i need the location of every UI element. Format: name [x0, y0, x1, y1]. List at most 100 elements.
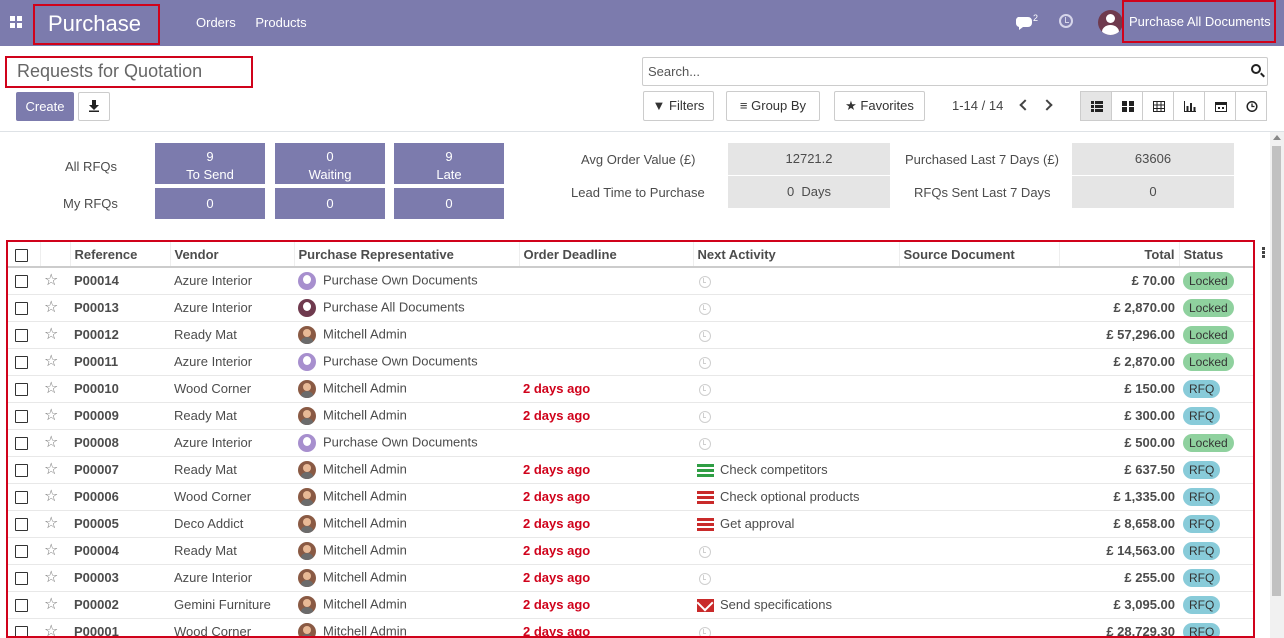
kanban-view-button[interactable] — [1111, 91, 1143, 121]
star-icon[interactable]: ☆ — [44, 326, 58, 343]
star-icon[interactable]: ☆ — [44, 407, 58, 424]
column-order-deadline[interactable]: Order Deadline — [519, 242, 694, 268]
optional-columns-icon[interactable] — [1262, 247, 1265, 258]
vertical-scrollbar[interactable] — [1270, 132, 1284, 638]
column-total[interactable]: Total — [1059, 242, 1180, 268]
row-select-cell[interactable] — [8, 401, 40, 429]
next-activity-cell[interactable]: Check optional products — [693, 482, 899, 510]
row-select-cell[interactable] — [8, 374, 40, 402]
activity-list-icon[interactable] — [697, 464, 714, 478]
next-activity-cell[interactable] — [693, 401, 899, 429]
list-view-button[interactable] — [1080, 91, 1112, 121]
row-favorite-cell[interactable]: ☆ — [40, 617, 70, 636]
search-icon[interactable] — [1251, 64, 1261, 74]
tile-my-late[interactable]: 0 — [394, 188, 504, 219]
star-icon[interactable]: ☆ — [44, 488, 58, 505]
row-select-cell[interactable] — [8, 617, 40, 636]
row-favorite-cell[interactable]: ☆ — [40, 536, 70, 564]
row-checkbox[interactable] — [15, 275, 28, 289]
activity-clock-icon[interactable] — [699, 410, 711, 423]
star-icon[interactable]: ☆ — [44, 299, 58, 316]
next-activity-cell[interactable] — [693, 428, 899, 456]
activity-clock-icon[interactable] — [699, 383, 711, 396]
row-select-cell[interactable] — [8, 482, 40, 510]
pager-next-icon[interactable] — [1041, 99, 1053, 111]
star-icon[interactable]: ☆ — [44, 542, 58, 559]
row-checkbox[interactable] — [15, 491, 28, 505]
activity-list-icon[interactable] — [697, 518, 714, 532]
table-row[interactable]: ☆ P00008 Azure Interior Purchase Own Docume… — [8, 428, 1253, 456]
column-source-document[interactable]: Source Document — [899, 242, 1060, 268]
calendar-view-button[interactable] — [1204, 91, 1236, 121]
row-checkbox[interactable] — [15, 626, 28, 636]
row-favorite-cell[interactable]: ☆ — [40, 428, 70, 456]
column-vendor[interactable]: Vendor — [170, 242, 295, 268]
user-menu[interactable]: Purchase All Documents — [1122, 0, 1276, 43]
user-avatar[interactable] — [1098, 10, 1123, 35]
next-activity-cell[interactable] — [693, 293, 899, 321]
download-button[interactable] — [78, 92, 110, 121]
star-icon[interactable]: ☆ — [44, 461, 58, 478]
tile-my-to-send[interactable]: 0 — [155, 188, 265, 219]
row-select-cell[interactable] — [8, 590, 40, 618]
star-icon[interactable]: ☆ — [44, 353, 58, 370]
scroll-up-icon[interactable] — [1273, 135, 1281, 140]
star-icon[interactable]: ☆ — [44, 569, 58, 586]
table-row[interactable]: ☆ P00009 Ready Mat Mitchell Admin 2 days ago… — [8, 401, 1253, 429]
activity-clock-icon[interactable] — [1059, 14, 1073, 28]
next-activity-cell[interactable]: Check competitors — [693, 455, 899, 483]
table-row[interactable]: ☆ P00006 Wood Corner Mitchell Admin 2 days a… — [8, 482, 1253, 510]
scroll-thumb[interactable] — [1272, 146, 1281, 596]
activity-clock-icon[interactable] — [699, 437, 711, 450]
table-row[interactable]: ☆ P00002 Gemini Furniture Mitchell Admin 2 d… — [8, 590, 1253, 618]
row-favorite-cell[interactable]: ☆ — [40, 293, 70, 321]
row-select-cell[interactable] — [8, 293, 40, 321]
row-checkbox[interactable] — [15, 518, 28, 532]
search-input[interactable] — [642, 57, 1268, 86]
star-icon[interactable]: ☆ — [44, 434, 58, 451]
row-select-cell[interactable] — [8, 455, 40, 483]
row-favorite-cell[interactable]: ☆ — [40, 347, 70, 375]
row-checkbox[interactable] — [15, 356, 28, 370]
filters-button[interactable]: ▼ Filters — [643, 91, 714, 121]
next-activity-cell[interactable] — [693, 617, 899, 636]
next-activity-cell[interactable]: Get approval — [693, 509, 899, 537]
row-select-cell[interactable] — [8, 509, 40, 537]
app-brand[interactable]: Purchase — [33, 4, 160, 45]
tile-waiting[interactable]: 0 Waiting — [275, 143, 385, 184]
column-reference[interactable]: Reference — [70, 242, 171, 268]
next-activity-cell[interactable] — [693, 536, 899, 564]
row-favorite-cell[interactable]: ☆ — [40, 563, 70, 591]
activity-clock-icon[interactable] — [699, 275, 711, 288]
favorites-button[interactable]: ★ Favorites — [834, 91, 925, 121]
activity-clock-icon[interactable] — [699, 329, 711, 342]
column-representative[interactable]: Purchase Representative — [294, 242, 520, 268]
activity-clock-icon[interactable] — [699, 626, 711, 636]
row-select-cell[interactable] — [8, 347, 40, 375]
row-checkbox[interactable] — [15, 464, 28, 478]
row-select-cell[interactable] — [8, 428, 40, 456]
tile-my-waiting[interactable]: 0 — [275, 188, 385, 219]
row-favorite-cell[interactable]: ☆ — [40, 482, 70, 510]
star-icon[interactable]: ☆ — [44, 515, 58, 532]
group-by-button[interactable]: ≡ Group By — [726, 91, 820, 121]
select-all-cell[interactable] — [8, 242, 41, 268]
star-icon[interactable]: ☆ — [44, 623, 58, 636]
tile-late[interactable]: 9 Late — [394, 143, 504, 184]
activity-clock-icon[interactable] — [699, 302, 711, 315]
row-checkbox[interactable] — [15, 572, 28, 586]
next-activity-cell[interactable] — [693, 374, 899, 402]
row-checkbox[interactable] — [15, 599, 28, 613]
pivot-view-button[interactable] — [1142, 91, 1174, 121]
column-next-activity[interactable]: Next Activity — [693, 242, 900, 268]
row-favorite-cell[interactable]: ☆ — [40, 455, 70, 483]
row-favorite-cell[interactable]: ☆ — [40, 509, 70, 537]
chat-icon[interactable] — [1016, 13, 1042, 33]
row-checkbox[interactable] — [15, 545, 28, 559]
table-row[interactable]: ☆ P00003 Azure Interior Mitchell Admin 2 day… — [8, 563, 1253, 591]
activity-clock-icon[interactable] — [699, 545, 711, 558]
column-status[interactable]: Status — [1179, 242, 1253, 268]
row-checkbox[interactable] — [15, 302, 28, 316]
row-checkbox[interactable] — [15, 329, 28, 343]
create-button[interactable]: Create — [16, 92, 74, 121]
